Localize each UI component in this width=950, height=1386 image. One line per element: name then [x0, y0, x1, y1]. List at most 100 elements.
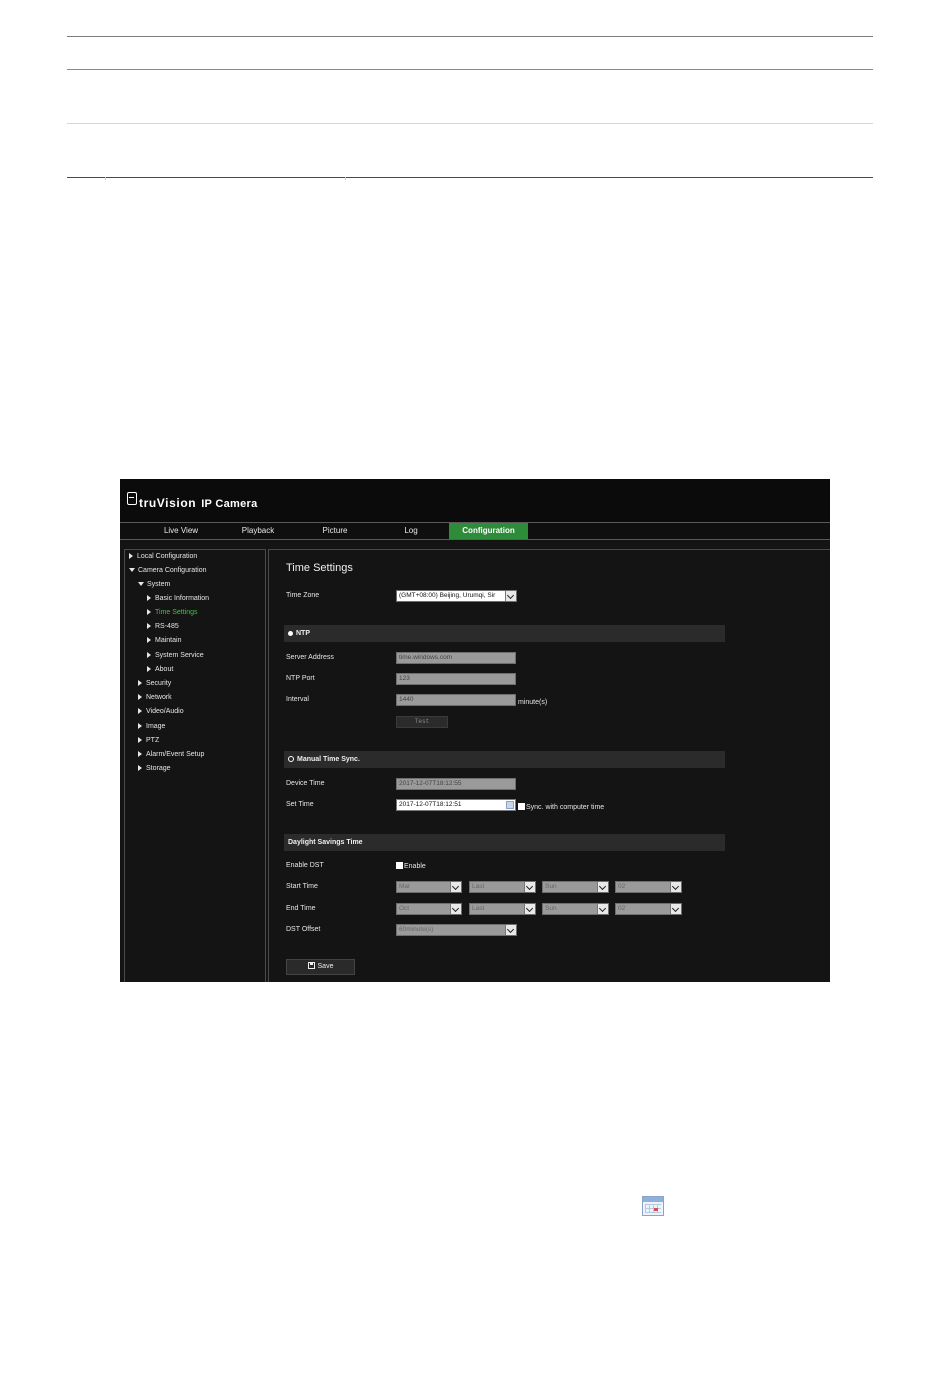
end-hour-select[interactable]: 02	[615, 903, 682, 915]
sidebar-item-storage[interactable]: Storage	[138, 765, 171, 772]
expand-arrow-icon	[147, 623, 151, 630]
expand-arrow-icon	[138, 751, 142, 758]
dst-title: Daylight Savings Time	[288, 839, 363, 846]
expand-arrow-icon	[147, 666, 151, 673]
server-address-input[interactable]: time.windows.com	[396, 652, 516, 664]
expand-arrow-icon	[129, 553, 133, 560]
calendar-picker-icon[interactable]	[506, 801, 514, 809]
sidebar-item-local-configuration[interactable]: Local Configuration	[129, 553, 197, 560]
sidebar-item-maintain[interactable]: Maintain	[147, 637, 181, 644]
chevron-down-icon	[597, 882, 608, 892]
set-time-input[interactable]: 2017-12-07T18:12:51	[396, 799, 516, 811]
start-hour-select[interactable]: 02	[615, 881, 682, 893]
sidebar: Local Configuration Camera Configuration…	[124, 549, 266, 982]
ntp-port-label: NTP Port	[286, 675, 315, 682]
sidebar-item-system-service[interactable]: System Service	[147, 652, 204, 659]
tab-log[interactable]: Log	[382, 523, 440, 539]
sidebar-item-video-audio[interactable]: Video/Audio	[138, 708, 184, 715]
end-week-select[interactable]: Last	[469, 903, 536, 915]
main-nav: Live View Playback Picture Log Configura…	[120, 522, 830, 540]
brand-name: truVision	[139, 496, 197, 510]
dst-offset-label: DST Offset	[286, 926, 321, 933]
sidebar-item-about[interactable]: About	[147, 666, 173, 673]
interval-input[interactable]: 1440	[396, 694, 516, 706]
table-column-tick-2	[345, 177, 346, 180]
calendar-icon	[642, 1196, 664, 1216]
enable-dst-label: Enable DST	[286, 862, 324, 869]
manual-sync-section-header: Manual Time Sync.	[284, 751, 725, 768]
expand-arrow-icon	[138, 708, 142, 715]
test-button[interactable]: Test	[396, 716, 448, 728]
save-button[interactable]: Save	[286, 959, 355, 975]
expand-arrow-icon	[147, 637, 151, 644]
expand-arrow-icon	[147, 609, 151, 616]
ntp-radio[interactable]	[288, 630, 293, 636]
sidebar-item-rs485[interactable]: RS-485	[147, 623, 179, 630]
sync-checkbox[interactable]	[518, 803, 525, 810]
expand-arrow-icon	[138, 680, 142, 687]
sidebar-item-system[interactable]: System	[138, 581, 170, 588]
sidebar-item-time-settings[interactable]: Time Settings	[147, 609, 198, 616]
ntp-title: NTP	[296, 630, 310, 637]
server-address-label: Server Address	[286, 654, 334, 661]
page-title: Time Settings	[286, 562, 353, 574]
expand-arrow-icon	[138, 723, 142, 730]
header-rule-top	[67, 36, 873, 37]
expand-arrow-icon	[138, 765, 142, 772]
expand-arrow-icon	[147, 595, 151, 602]
start-day-select[interactable]: Sun	[542, 881, 609, 893]
tab-live-view[interactable]: Live View	[152, 523, 210, 539]
sidebar-item-camera-configuration[interactable]: Camera Configuration	[129, 567, 206, 574]
end-day-select[interactable]: Sun	[542, 903, 609, 915]
sidebar-item-alarm-event-setup[interactable]: Alarm/Event Setup	[138, 751, 204, 758]
interval-unit: minute(s)	[518, 699, 548, 706]
manual-sync-title: Manual Time Sync.	[297, 756, 360, 763]
tab-picture[interactable]: Picture	[306, 523, 364, 539]
tab-configuration[interactable]: Configuration	[449, 523, 528, 539]
product-name: IP Camera	[201, 498, 258, 510]
device-time-label: Device Time	[286, 780, 325, 787]
set-time-label: Set Time	[286, 801, 314, 808]
end-time-label: End Time	[286, 905, 316, 912]
chevron-down-icon	[524, 882, 535, 892]
time-zone-select[interactable]: (GMT+08:00) Beijing, Urumqi, Sir	[396, 590, 517, 602]
truvision-logo: truVision IP Camera	[127, 492, 258, 510]
sidebar-item-security[interactable]: Security	[138, 680, 171, 687]
chevron-down-icon	[505, 591, 516, 601]
chevron-down-icon	[450, 882, 461, 892]
sidebar-item-network[interactable]: Network	[138, 694, 172, 701]
table-rule-1	[67, 69, 873, 70]
ntp-port-input[interactable]: 123	[396, 673, 516, 685]
expand-arrow-icon	[138, 737, 142, 744]
chevron-down-icon	[670, 904, 681, 914]
dst-section-header: Daylight Savings Time	[284, 834, 725, 851]
collapse-arrow-icon	[129, 568, 135, 573]
dst-offset-select[interactable]: 60minute(s)	[396, 924, 517, 936]
sidebar-item-image[interactable]: Image	[138, 723, 165, 730]
end-month-select[interactable]: Oct	[396, 903, 462, 915]
device-time-value: 2017-12-07T18:12:55	[396, 778, 516, 790]
chevron-down-icon	[450, 904, 461, 914]
expand-arrow-icon	[138, 694, 142, 701]
interval-label: Interval	[286, 696, 309, 703]
table-rule-2	[67, 123, 873, 124]
logo-mark-icon	[127, 492, 137, 505]
table-rule-bottom	[67, 177, 873, 178]
start-week-select[interactable]: Last	[469, 881, 536, 893]
time-settings-panel: Time Settings Time Zone (GMT+08:00) Beij…	[268, 549, 830, 982]
sidebar-item-basic-information[interactable]: Basic Information	[147, 595, 209, 602]
expand-arrow-icon	[147, 652, 151, 659]
start-month-select[interactable]: Mar	[396, 881, 462, 893]
collapse-arrow-icon	[138, 582, 144, 587]
start-time-label: Start Time	[286, 883, 318, 890]
chevron-down-icon	[505, 925, 516, 935]
sync-computer-time-option[interactable]: Sync. with computer time	[518, 803, 604, 811]
app-header: truVision IP Camera	[120, 479, 830, 522]
sidebar-item-ptz[interactable]: PTZ	[138, 737, 159, 744]
tab-playback[interactable]: Playback	[229, 523, 287, 539]
time-zone-label: Time Zone	[286, 592, 320, 599]
ntp-section-header: NTP	[284, 625, 725, 642]
enable-dst-option[interactable]: Enable	[396, 862, 426, 870]
manual-sync-radio[interactable]	[288, 755, 294, 762]
enable-dst-checkbox[interactable]	[396, 862, 403, 869]
